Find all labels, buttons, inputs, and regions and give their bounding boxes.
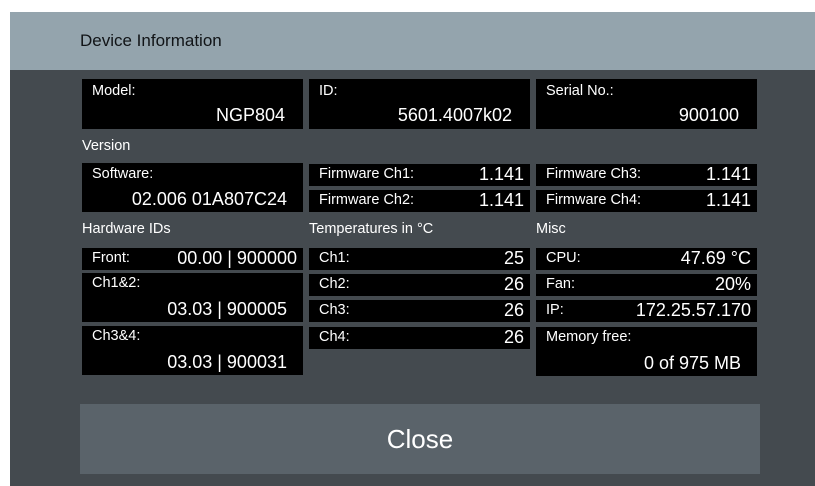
firmware-ch4-row: Firmware Ch4: 1.141	[536, 190, 757, 212]
firmware-ch2-label: Firmware Ch2:	[319, 192, 415, 208]
firmware-ch4-value: 1.141	[705, 190, 751, 210]
hardware-front-label: Front:	[92, 250, 130, 266]
id-label: ID:	[319, 83, 338, 99]
software-label: Software:	[92, 166, 154, 182]
temperature-ch3-value: 26	[503, 300, 524, 320]
hardware-ch12-value: 03.03 | 900005	[167, 299, 287, 319]
firmware-ch3-label: Firmware Ch3:	[546, 166, 642, 182]
hardware-ch12-label: Ch1&2:	[92, 275, 141, 291]
temperature-ch2-value: 26	[503, 274, 524, 294]
temperatures-heading: Temperatures in °C	[309, 221, 434, 237]
misc-heading: Misc	[536, 221, 566, 237]
misc-cpu-row: CPU: 47.69 °C	[536, 248, 757, 270]
software-box: Software: 02.006 01A807C24	[82, 163, 303, 212]
temperature-ch2-label: Ch2:	[319, 276, 350, 292]
misc-memory-box: Memory free: 0 of 975 MB	[536, 327, 757, 376]
temperature-ch3-row: Ch3: 26	[309, 300, 530, 322]
misc-cpu-label: CPU:	[546, 250, 581, 266]
temperature-ch1-row: Ch1: 25	[309, 248, 530, 270]
firmware-ch2-row: Firmware Ch2: 1.141	[309, 190, 530, 212]
firmware-ch1-row: Firmware Ch1: 1.141	[309, 164, 530, 186]
temperature-ch2-row: Ch2: 26	[309, 274, 530, 296]
hardware-front-row: Front: 00.00 | 900000	[82, 248, 303, 270]
dialog-titlebar: Device Information	[10, 12, 815, 70]
hardware-ch34-label: Ch3&4:	[92, 328, 141, 344]
temperature-ch4-label: Ch4:	[319, 329, 350, 345]
hardware-ch12-box: Ch1&2: 03.03 | 900005	[82, 273, 303, 322]
model-label: Model:	[92, 83, 136, 99]
misc-ip-value: 172.25.57.170	[635, 300, 751, 320]
misc-fan-row: Fan: 20%	[536, 274, 757, 296]
serial-label: Serial No.:	[546, 83, 614, 99]
firmware-ch2-value: 1.141	[478, 190, 524, 210]
hardware-ch34-value: 03.03 | 900031	[167, 352, 287, 372]
device-information-dialog: Device Information Model: NGP804 ID: 560…	[10, 12, 815, 486]
hardware-front-value: 00.00 | 900000	[177, 248, 297, 268]
misc-cpu-value: 47.69 °C	[680, 248, 751, 268]
dialog-title: Device Information	[80, 31, 222, 50]
misc-memory-value: 0 of 975 MB	[643, 353, 741, 373]
temperature-ch3-label: Ch3:	[319, 302, 350, 318]
serial-value: 900100	[678, 105, 739, 125]
firmware-ch3-value: 1.141	[705, 164, 751, 184]
model-value: NGP804	[215, 105, 285, 125]
firmware-ch1-value: 1.141	[478, 164, 524, 184]
version-heading: Version	[82, 138, 131, 154]
temperature-ch1-value: 25	[503, 248, 524, 268]
id-box: ID: 5601.4007k02	[309, 79, 530, 129]
model-box: Model: NGP804	[82, 79, 303, 129]
misc-fan-value: 20%	[714, 274, 751, 294]
firmware-ch3-row: Firmware Ch3: 1.141	[536, 164, 757, 186]
misc-fan-label: Fan:	[546, 276, 576, 292]
serial-box: Serial No.: 900100	[536, 79, 757, 129]
hardware-ids-heading: Hardware IDs	[82, 221, 171, 237]
temperature-ch1-label: Ch1:	[319, 250, 350, 266]
id-value: 5601.4007k02	[397, 105, 512, 125]
firmware-ch4-label: Firmware Ch4:	[546, 192, 642, 208]
close-button[interactable]: Close	[80, 404, 760, 474]
misc-memory-label: Memory free:	[546, 329, 632, 345]
misc-ip-row: IP: 172.25.57.170	[536, 300, 757, 322]
temperature-ch4-row: Ch4: 26	[309, 327, 530, 349]
hardware-ch34-box: Ch3&4: 03.03 | 900031	[82, 326, 303, 375]
misc-ip-label: IP:	[546, 302, 564, 318]
temperature-ch4-value: 26	[503, 327, 524, 347]
software-value: 02.006 01A807C24	[131, 189, 287, 209]
firmware-ch1-label: Firmware Ch1:	[319, 166, 415, 182]
